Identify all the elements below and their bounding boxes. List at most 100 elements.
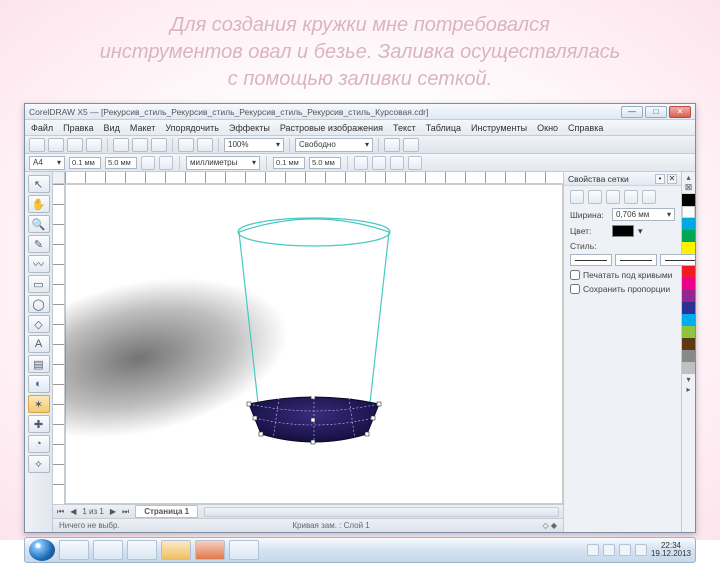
swatch-brown[interactable] <box>682 338 695 350</box>
palette-flyout-icon[interactable]: ▸ <box>682 384 695 394</box>
menu-file[interactable]: Файл <box>31 123 53 133</box>
zoom-combo[interactable]: 100%▾ <box>224 138 284 152</box>
interactive-fill-tool-icon[interactable]: ◐ <box>28 375 50 393</box>
page-nav-first[interactable]: ⏮ <box>57 507 64 517</box>
task-folder-icon[interactable] <box>127 540 157 560</box>
ellipse-tool-icon[interactable]: ◯ <box>28 295 50 313</box>
page-nav-next[interactable]: ▶ <box>110 507 116 516</box>
fill-tool-icon[interactable]: ✧ <box>28 455 50 473</box>
palette-nofill-icon[interactable]: ⊠ <box>682 182 695 194</box>
end-arrow-combo[interactable] <box>660 254 695 266</box>
options-icon[interactable] <box>384 138 400 152</box>
start-arrow-combo[interactable] <box>570 254 612 266</box>
pick-tool-icon[interactable]: ↖ <box>28 175 50 193</box>
mesh-mode5-icon[interactable] <box>642 190 656 204</box>
tray-flag-icon[interactable] <box>587 544 599 556</box>
cup-mesh-fill[interactable] <box>239 396 389 446</box>
outline-tool-icon[interactable]: ◔ <box>28 435 50 453</box>
polygon-tool-icon[interactable]: ◇ <box>28 315 50 333</box>
mesh-mode1-icon[interactable] <box>570 190 584 204</box>
task-corel-icon[interactable] <box>161 540 191 560</box>
tray-lang-icon[interactable] <box>635 544 647 556</box>
menu-help[interactable]: Справка <box>568 123 603 133</box>
bezier-tool-icon[interactable]: 〰 <box>28 255 50 273</box>
menu-view[interactable]: Вид <box>104 123 120 133</box>
swatch-magenta[interactable] <box>682 278 695 290</box>
task-powerpoint-icon[interactable] <box>195 540 225 560</box>
units-combo[interactable]: миллиметры▾ <box>186 156 260 170</box>
dup-field[interactable]: 5.0 мм <box>309 157 341 169</box>
h-scrollbar[interactable] <box>204 507 559 517</box>
swatch-gray[interactable] <box>682 350 695 362</box>
menu-text[interactable]: Текст <box>393 123 416 133</box>
paste-icon[interactable] <box>151 138 167 152</box>
misc2-icon[interactable] <box>372 156 386 170</box>
rectangle-tool-icon[interactable]: ▭ <box>28 275 50 293</box>
menu-layout[interactable]: Макет <box>130 123 155 133</box>
nudge-field[interactable]: 0.1 мм <box>273 157 305 169</box>
page-tab[interactable]: Страница 1 <box>135 505 198 518</box>
task-chrome-icon[interactable] <box>93 540 123 560</box>
misc3-icon[interactable] <box>390 156 404 170</box>
misc1-icon[interactable] <box>354 156 368 170</box>
swatch-red[interactable] <box>682 266 695 278</box>
menu-table[interactable]: Таблица <box>426 123 461 133</box>
text-tool-icon[interactable]: A <box>28 335 50 353</box>
close-button[interactable]: ✕ <box>669 106 691 118</box>
check-scale[interactable]: Сохранить пропорции <box>570 284 675 294</box>
eyedropper-tool-icon[interactable]: ✚ <box>28 415 50 433</box>
color-swatch[interactable] <box>612 225 634 237</box>
misc4-icon[interactable] <box>408 156 422 170</box>
width-input[interactable]: 0,706 мм▾ <box>612 208 675 221</box>
page-nav-prev[interactable]: ◀ <box>70 507 76 516</box>
check-behind[interactable]: Печатать под кривыми <box>570 270 675 280</box>
height-field[interactable]: 5.0 мм <box>105 157 137 169</box>
swatch-cyan[interactable] <box>682 218 695 230</box>
zoom-tool-icon[interactable]: 🔍 <box>28 215 50 233</box>
swatch-white[interactable] <box>682 206 695 218</box>
swatch-black[interactable] <box>682 194 695 206</box>
freehand-tool-icon[interactable]: ✎ <box>28 235 50 253</box>
swatch-yellow[interactable] <box>682 242 695 254</box>
portrait-icon[interactable] <box>141 156 155 170</box>
maximize-button[interactable]: □ <box>645 106 667 118</box>
task-explorer-icon[interactable] <box>59 540 89 560</box>
snap-combo[interactable]: Свободно▾ <box>295 138 373 152</box>
menu-bitmaps[interactable]: Растровые изображения <box>280 123 383 133</box>
mesh-mode2-icon[interactable] <box>588 190 602 204</box>
menu-edit[interactable]: Правка <box>63 123 93 133</box>
swatch-sky[interactable] <box>682 314 695 326</box>
color-dropdown-icon[interactable]: ▾ <box>638 226 643 237</box>
docker-pin-icon[interactable]: • <box>655 174 665 184</box>
width-field[interactable]: 0.1 мм <box>69 157 101 169</box>
page-size-combo[interactable]: A4▾ <box>29 156 65 170</box>
new-icon[interactable] <box>29 138 45 152</box>
undo-icon[interactable] <box>178 138 194 152</box>
redo-icon[interactable] <box>197 138 213 152</box>
page-nav-last[interactable]: ⏭ <box>122 507 129 517</box>
save-icon[interactable] <box>67 138 83 152</box>
mesh-mode3-icon[interactable] <box>606 190 620 204</box>
mesh-fill-tool-icon[interactable]: ✶ <box>28 395 50 413</box>
swatch-lime[interactable] <box>682 326 695 338</box>
docker-close-icon[interactable]: ✕ <box>667 174 677 184</box>
start-button[interactable] <box>29 539 55 561</box>
palette-up-icon[interactable]: ▴ <box>682 172 695 182</box>
mesh-mode4-icon[interactable] <box>624 190 638 204</box>
palette-down-icon[interactable]: ▾ <box>682 374 695 384</box>
line-style-combo[interactable] <box>615 254 657 266</box>
swatch-green[interactable] <box>682 230 695 242</box>
tray-sound-icon[interactable] <box>619 544 631 556</box>
menu-effects[interactable]: Эффекты <box>229 123 270 133</box>
table-tool-icon[interactable]: ▤ <box>28 355 50 373</box>
swatch-navy[interactable] <box>682 302 695 314</box>
launch-icon[interactable] <box>403 138 419 152</box>
copy-icon[interactable] <box>132 138 148 152</box>
open-icon[interactable] <box>48 138 64 152</box>
task-misc-icon[interactable] <box>229 540 259 560</box>
swatch-purple[interactable] <box>682 290 695 302</box>
print-icon[interactable] <box>86 138 102 152</box>
menu-arrange[interactable]: Упорядочить <box>165 123 219 133</box>
cut-icon[interactable] <box>113 138 129 152</box>
landscape-icon[interactable] <box>159 156 173 170</box>
